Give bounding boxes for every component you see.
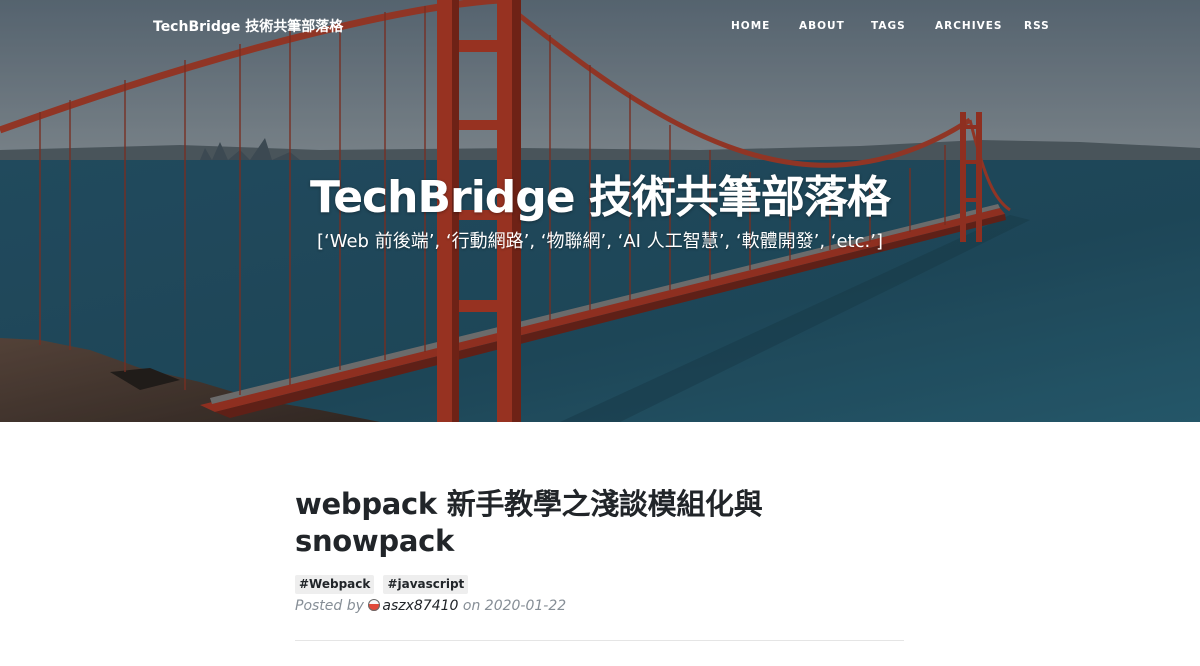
author-link[interactable]: aszx87410 bbox=[382, 598, 458, 614]
tag-javascript[interactable]: #javascript bbox=[383, 575, 469, 594]
hero-banner: TechBridge 技術共筆部落格 HOME ABOUT TAGS ARCHI… bbox=[0, 0, 1200, 422]
hero-heading: TechBridge 技術共筆部落格 [‘Web 前後端’, ‘行動網路’, ‘… bbox=[0, 170, 1200, 254]
nav-home-link[interactable]: HOME bbox=[731, 20, 770, 32]
post-date: 2020-01-22 bbox=[484, 598, 567, 614]
post-meta: Posted by aszx87410 on 2020-01-22 bbox=[295, 596, 905, 616]
post-tags: #Webpack #javascript bbox=[295, 573, 905, 594]
posted-by-label: Posted by bbox=[295, 598, 364, 614]
post-title: webpack 新手教學之淺談模組化與 snowpack bbox=[295, 487, 763, 558]
site-subtitle: [‘Web 前後端’, ‘行動網路’, ‘物聯網’, ‘AI 人工智慧’, ‘軟… bbox=[317, 231, 883, 252]
author-avatar bbox=[368, 599, 381, 611]
post-header: webpack 新手教學之淺談模組化與 snowpack #Webpack #j… bbox=[295, 486, 905, 616]
nav-tags-link[interactable]: TAGS bbox=[871, 20, 906, 32]
nav-about-link[interactable]: ABOUT bbox=[799, 20, 845, 32]
nav-links: HOME ABOUT TAGS ARCHIVES RSS bbox=[0, 20, 1200, 36]
on-label: on bbox=[462, 598, 481, 614]
site-title: TechBridge 技術共筆部落格 bbox=[310, 172, 891, 223]
section-divider bbox=[295, 640, 904, 641]
top-navbar: TechBridge 技術共筆部落格 HOME ABOUT TAGS ARCHI… bbox=[0, 0, 1200, 54]
tag-webpack[interactable]: #Webpack bbox=[295, 575, 375, 594]
nav-rss-link[interactable]: RSS bbox=[1024, 20, 1050, 32]
nav-archives-link[interactable]: ARCHIVES bbox=[935, 20, 1002, 32]
